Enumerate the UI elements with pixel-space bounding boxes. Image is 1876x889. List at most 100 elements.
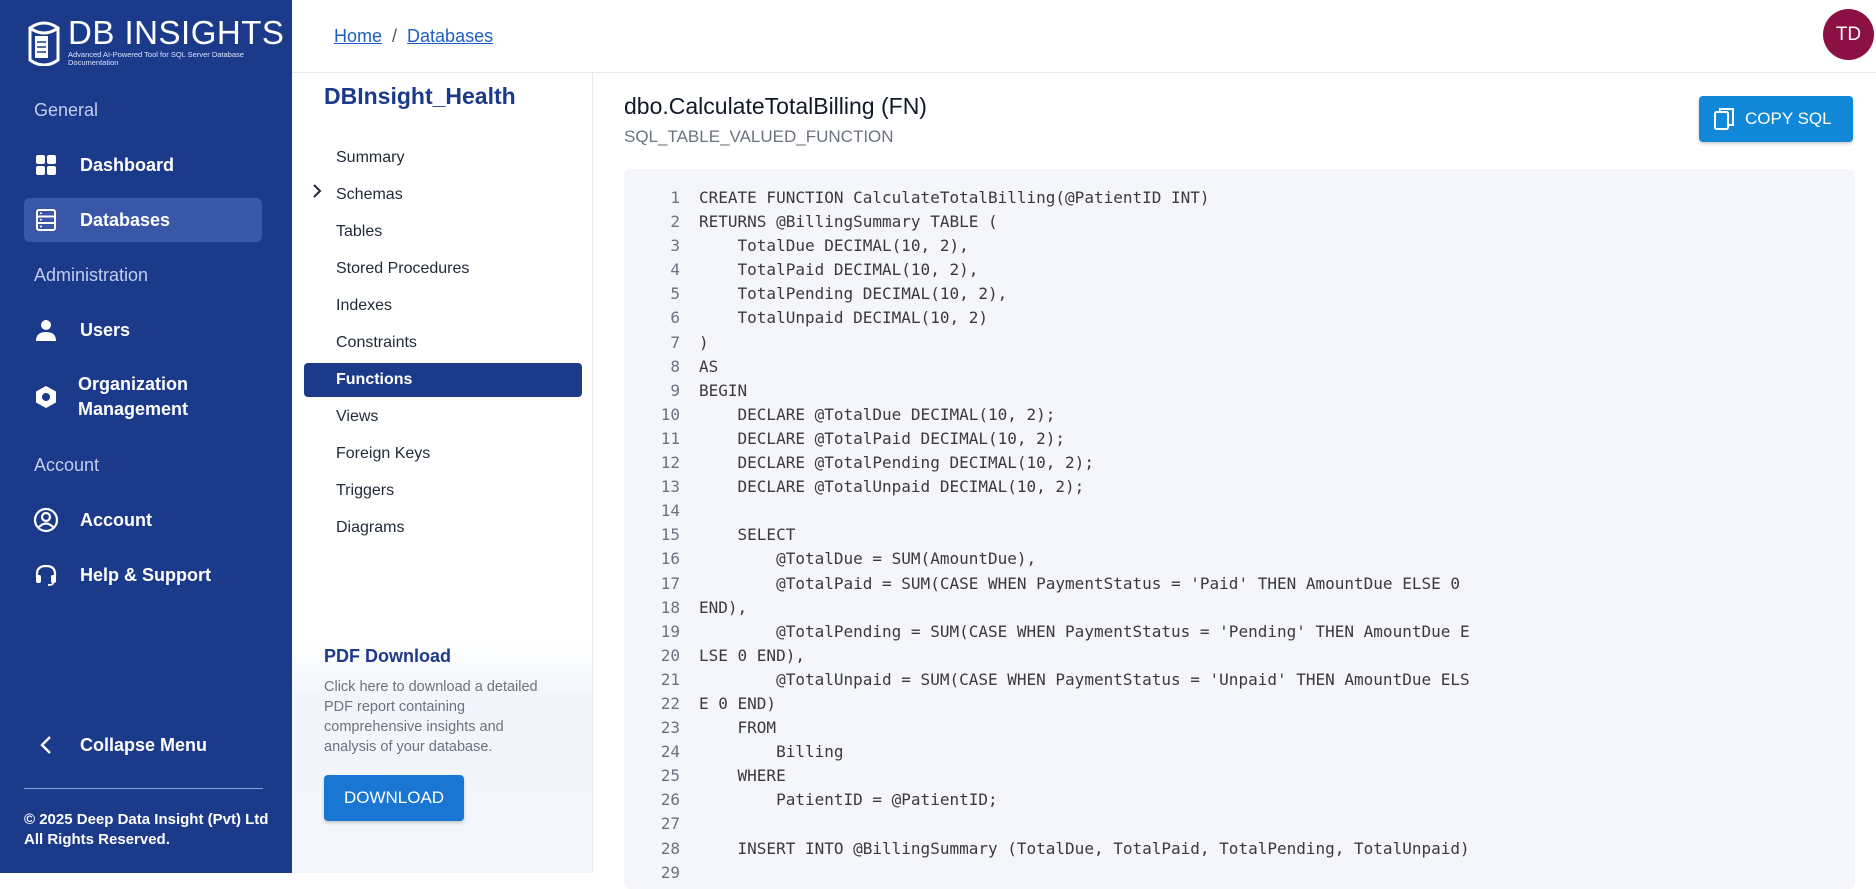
- line-number: 17: [660, 573, 680, 593]
- sidebar-item-label: Organization Management: [78, 374, 189, 419]
- line-number: 13: [660, 477, 680, 497]
- sidebar-item-label: Account: [80, 509, 152, 530]
- line-number: 10: [660, 404, 680, 424]
- nav-triggers[interactable]: Triggers: [304, 474, 582, 508]
- chevron-left-icon: [32, 731, 60, 759]
- copy-sql-button[interactable]: COPY SQL: [1699, 96, 1853, 142]
- code-text: @TotalPending = SUM(CASE WHEN PaymentSta…: [699, 621, 1470, 641]
- line-number: 5: [670, 284, 680, 304]
- code-text: CREATE FUNCTION CalculateTotalBilling(@P…: [699, 188, 1210, 207]
- logo-database-icon: [28, 21, 60, 66]
- nav-schemas[interactable]: Schemas: [304, 178, 582, 212]
- sidebar-item-help-support[interactable]: Help & Support: [24, 553, 262, 597]
- pdf-download-title: PDF Download: [324, 646, 451, 666]
- object-title: dbo.CalculateTotalBilling (FN): [624, 93, 927, 119]
- code-text: END),: [699, 597, 748, 617]
- line-number: 9: [670, 380, 680, 400]
- sidebar-item-label: Dashboard: [80, 154, 175, 175]
- sidebar-item-organization-management[interactable]: Organization Management: [24, 365, 262, 429]
- line-number: 28: [660, 838, 680, 858]
- nav-foreign-keys[interactable]: Foreign Keys: [304, 437, 582, 471]
- database-name: DBInsight_Health: [324, 83, 516, 109]
- nav-label: Constraints: [336, 334, 417, 351]
- line-number: 24: [660, 742, 680, 762]
- sidebar-item-label: Databases: [80, 209, 171, 230]
- nav-label: Stored Procedures: [336, 260, 470, 277]
- download-button[interactable]: DOWNLOAD: [324, 775, 464, 821]
- code-text: DECLARE @TotalUnpaid DECIMAL(10, 2);: [699, 477, 1085, 497]
- database-nav-panel: DBInsight_Health Summary Schemas Tables …: [292, 73, 593, 873]
- nav-diagrams[interactable]: Diagrams: [304, 511, 582, 545]
- line-number: 16: [660, 549, 680, 569]
- top-bar: Home / Databases TD: [292, 0, 1876, 73]
- code-text: TotalPaid DECIMAL(10, 2),: [699, 260, 979, 280]
- nav-section-administration: Administration: [34, 265, 149, 285]
- line-number: 18: [660, 597, 680, 617]
- code-text: @TotalPaid = SUM(CASE WHEN PaymentStatus…: [699, 573, 1460, 593]
- nav-section-general: General: [34, 100, 99, 120]
- nav-label: Summary: [336, 149, 405, 166]
- user-avatar[interactable]: TD: [1823, 9, 1874, 60]
- account-circle-icon: [32, 506, 60, 534]
- line-number: 14: [660, 501, 680, 521]
- nav-constraints[interactable]: Constraints: [304, 326, 582, 360]
- sidebar-item-account[interactable]: Account: [24, 498, 262, 542]
- sidebar-item-users[interactable]: Users: [24, 308, 262, 352]
- line-number: 3: [670, 236, 680, 256]
- app-logo[interactable]: DB INSIGHTS Advanced AI-Powered Tool for…: [24, 14, 284, 74]
- code-text: BEGIN: [699, 380, 748, 400]
- line-number: 27: [660, 814, 680, 834]
- copyright-line-2: All Rights Reserved.: [24, 831, 170, 848]
- code-text: TotalUnpaid DECIMAL(10, 2): [699, 308, 988, 328]
- breadcrumb-separator: /: [392, 26, 398, 46]
- pdf-download-panel: PDF Download Click here to download a de…: [292, 638, 592, 873]
- headset-icon: [32, 561, 60, 589]
- sidebar-item-dashboard[interactable]: Dashboard: [24, 143, 262, 187]
- line-number: 12: [660, 453, 680, 473]
- nav-indexes[interactable]: Indexes: [304, 289, 582, 323]
- code-text: PatientID = @PatientID;: [699, 790, 998, 810]
- main-content: dbo.CalculateTotalBilling (FN) SQL_TABLE…: [593, 73, 1876, 889]
- breadcrumb-home-link[interactable]: Home: [334, 26, 382, 46]
- chevron-right-icon[interactable]: [312, 184, 322, 203]
- code-text: RETURNS @BillingSummary TABLE (: [699, 212, 998, 232]
- line-number: 21: [660, 669, 680, 689]
- code-text: DECLARE @TotalPaid DECIMAL(10, 2);: [699, 428, 1066, 448]
- code-text: ): [699, 332, 709, 352]
- nav-section-account: Account: [34, 455, 100, 475]
- code-text: WHERE: [699, 766, 786, 786]
- line-number: 1: [670, 188, 680, 207]
- nav-summary[interactable]: Summary: [304, 141, 582, 175]
- line-number: 4: [670, 260, 680, 280]
- logo-subtitle: Advanced AI-Powered Tool for SQL Server …: [68, 50, 244, 67]
- nav-views[interactable]: Views: [304, 400, 582, 434]
- collapse-menu-button[interactable]: Collapse Menu: [24, 723, 262, 767]
- nav-label: Indexes: [336, 297, 393, 314]
- nav-functions[interactable]: Functions: [304, 363, 582, 397]
- nav-label: Diagrams: [336, 519, 405, 536]
- sidebar-item-databases[interactable]: Databases: [24, 198, 262, 242]
- dashboard-icon: [32, 151, 60, 179]
- sql-code-viewer[interactable]: 1 CREATE FUNCTION CalculateTotalBilling(@…: [624, 169, 1855, 889]
- code-text: DECLARE @TotalDue DECIMAL(10, 2);: [699, 404, 1056, 424]
- database-icon: [32, 206, 60, 234]
- pdf-download-description: Click here to download a detailed PDF re…: [324, 679, 538, 755]
- nav-label: Triggers: [336, 482, 395, 499]
- sidebar-item-label: Help & Support: [80, 564, 211, 585]
- nav-label: Schemas: [336, 186, 403, 203]
- line-number: 19: [660, 621, 680, 641]
- line-number: 11: [660, 428, 680, 448]
- nav-tables[interactable]: Tables: [304, 215, 582, 249]
- line-number: 15: [660, 525, 680, 545]
- line-number: 20: [660, 645, 680, 665]
- copy-sql-label: COPY SQL: [1745, 109, 1832, 128]
- breadcrumb-databases-link[interactable]: Databases: [407, 26, 493, 46]
- code-text: @TotalUnpaid = SUM(CASE WHEN PaymentStat…: [699, 669, 1470, 689]
- nav-stored-procedures[interactable]: Stored Procedures: [304, 252, 582, 286]
- nav-label: Functions: [336, 371, 413, 388]
- code-text: DECLARE @TotalPending DECIMAL(10, 2);: [699, 453, 1094, 473]
- copyright: © 2025 Deep Data Insight (Pvt) Ltd All R…: [24, 810, 268, 850]
- line-number: 8: [670, 356, 680, 376]
- nav-label: Tables: [336, 223, 383, 240]
- line-number: 7: [670, 332, 680, 352]
